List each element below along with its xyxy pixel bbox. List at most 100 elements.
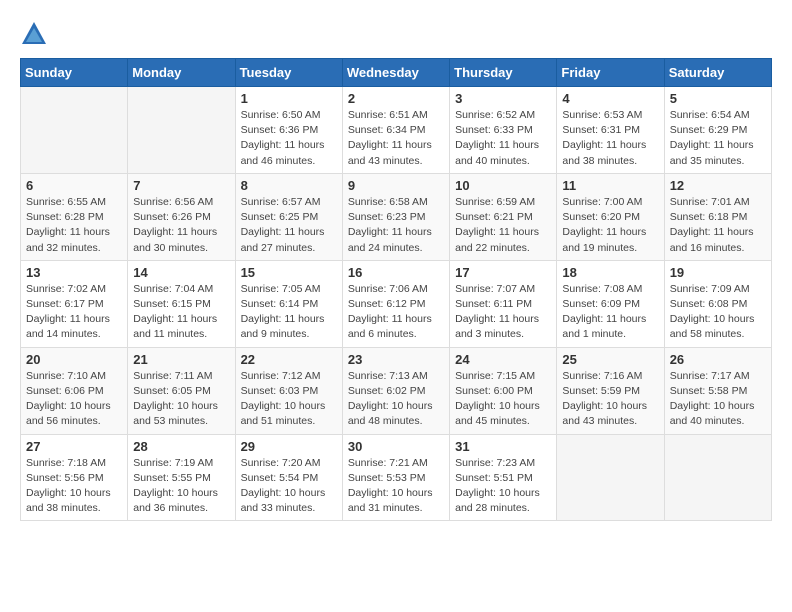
calendar-cell: 11 Sunrise: 7:00 AM Sunset: 6:20 PM Dayli… xyxy=(557,173,664,260)
weekday-header-saturday: Saturday xyxy=(664,59,771,87)
weekday-header-wednesday: Wednesday xyxy=(342,59,449,87)
calendar-cell: 18 Sunrise: 7:08 AM Sunset: 6:09 PM Dayli… xyxy=(557,260,664,347)
day-info: Sunrise: 6:50 AM Sunset: 6:36 PM Dayligh… xyxy=(241,108,337,169)
day-info: Sunrise: 7:10 AM Sunset: 6:06 PM Dayligh… xyxy=(26,369,122,430)
calendar-cell: 22Sunrise: 7:12 AM Sunset: 6:03 PM Dayli… xyxy=(235,347,342,434)
week-row-3: 13 Sunrise: 7:02 AM Sunset: 6:17 PM Dayli… xyxy=(21,260,772,347)
day-info: Sunrise: 7:09 AM Sunset: 6:08 PM Dayligh… xyxy=(670,282,766,343)
calendar-cell: 30Sunrise: 7:21 AM Sunset: 5:53 PM Dayli… xyxy=(342,434,449,521)
day-info: Sunrise: 7:04 AM Sunset: 6:15 PM Dayligh… xyxy=(133,282,229,343)
day-number: 9 xyxy=(348,178,444,193)
calendar-cell: 21 Sunrise: 7:11 AM Sunset: 6:05 PM Dayli… xyxy=(128,347,235,434)
day-number: 28 xyxy=(133,439,229,454)
calendar-cell: 15 Sunrise: 7:05 AM Sunset: 6:14 PM Dayli… xyxy=(235,260,342,347)
day-info: Sunrise: 7:01 AM Sunset: 6:18 PM Dayligh… xyxy=(670,195,766,256)
day-info: Sunrise: 7:05 AM Sunset: 6:14 PM Dayligh… xyxy=(241,282,337,343)
day-number: 19 xyxy=(670,265,766,280)
day-number: 12 xyxy=(670,178,766,193)
week-row-4: 20 Sunrise: 7:10 AM Sunset: 6:06 PM Dayli… xyxy=(21,347,772,434)
calendar-cell: 25 Sunrise: 7:16 AM Sunset: 5:59 PM Dayli… xyxy=(557,347,664,434)
day-number: 18 xyxy=(562,265,658,280)
day-info: Sunrise: 6:51 AM Sunset: 6:34 PM Dayligh… xyxy=(348,108,444,169)
day-number: 25 xyxy=(562,352,658,367)
calendar-cell: 6Sunrise: 6:55 AM Sunset: 6:28 PM Daylig… xyxy=(21,173,128,260)
calendar-cell xyxy=(128,87,235,174)
day-info: Sunrise: 6:56 AM Sunset: 6:26 PM Dayligh… xyxy=(133,195,229,256)
calendar-cell: 5 Sunrise: 6:54 AM Sunset: 6:29 PM Daylig… xyxy=(664,87,771,174)
calendar-cell: 16 Sunrise: 7:06 AM Sunset: 6:12 PM Dayli… xyxy=(342,260,449,347)
calendar-cell: 8Sunrise: 6:57 AM Sunset: 6:25 PM Daylig… xyxy=(235,173,342,260)
day-info: Sunrise: 7:00 AM Sunset: 6:20 PM Dayligh… xyxy=(562,195,658,256)
day-info: Sunrise: 7:06 AM Sunset: 6:12 PM Dayligh… xyxy=(348,282,444,343)
day-number: 17 xyxy=(455,265,551,280)
calendar-cell xyxy=(21,87,128,174)
day-number: 14 xyxy=(133,265,229,280)
calendar-cell: 20 Sunrise: 7:10 AM Sunset: 6:06 PM Dayli… xyxy=(21,347,128,434)
page-header xyxy=(20,20,772,48)
day-info: Sunrise: 6:53 AM Sunset: 6:31 PM Dayligh… xyxy=(562,108,658,169)
calendar-cell: 17 Sunrise: 7:07 AM Sunset: 6:11 PM Dayli… xyxy=(450,260,557,347)
calendar-cell: 29Sunrise: 7:20 AM Sunset: 5:54 PM Dayli… xyxy=(235,434,342,521)
calendar-cell: 19 Sunrise: 7:09 AM Sunset: 6:08 PM Dayli… xyxy=(664,260,771,347)
weekday-header-monday: Monday xyxy=(128,59,235,87)
day-number: 3 xyxy=(455,91,551,106)
day-number: 30 xyxy=(348,439,444,454)
day-number: 16 xyxy=(348,265,444,280)
weekday-header-thursday: Thursday xyxy=(450,59,557,87)
weekday-header-sunday: Sunday xyxy=(21,59,128,87)
week-row-2: 6Sunrise: 6:55 AM Sunset: 6:28 PM Daylig… xyxy=(21,173,772,260)
day-info: Sunrise: 7:20 AM Sunset: 5:54 PM Dayligh… xyxy=(241,456,337,517)
day-info: Sunrise: 7:15 AM Sunset: 6:00 PM Dayligh… xyxy=(455,369,551,430)
day-number: 15 xyxy=(241,265,337,280)
day-number: 5 xyxy=(670,91,766,106)
day-info: Sunrise: 7:18 AM Sunset: 5:56 PM Dayligh… xyxy=(26,456,122,517)
day-info: Sunrise: 6:52 AM Sunset: 6:33 PM Dayligh… xyxy=(455,108,551,169)
calendar-cell: 10 Sunrise: 6:59 AM Sunset: 6:21 PM Dayli… xyxy=(450,173,557,260)
logo xyxy=(20,20,52,48)
calendar-cell xyxy=(557,434,664,521)
day-info: Sunrise: 7:13 AM Sunset: 6:02 PM Dayligh… xyxy=(348,369,444,430)
day-number: 23 xyxy=(348,352,444,367)
day-info: Sunrise: 7:19 AM Sunset: 5:55 PM Dayligh… xyxy=(133,456,229,517)
weekday-header-tuesday: Tuesday xyxy=(235,59,342,87)
day-number: 27 xyxy=(26,439,122,454)
day-info: Sunrise: 6:58 AM Sunset: 6:23 PM Dayligh… xyxy=(348,195,444,256)
day-info: Sunrise: 7:17 AM Sunset: 5:58 PM Dayligh… xyxy=(670,369,766,430)
day-number: 24 xyxy=(455,352,551,367)
day-info: Sunrise: 7:11 AM Sunset: 6:05 PM Dayligh… xyxy=(133,369,229,430)
week-row-1: 1 Sunrise: 6:50 AM Sunset: 6:36 PM Daylig… xyxy=(21,87,772,174)
day-number: 21 xyxy=(133,352,229,367)
day-number: 7 xyxy=(133,178,229,193)
day-info: Sunrise: 6:59 AM Sunset: 6:21 PM Dayligh… xyxy=(455,195,551,256)
calendar-cell: 3 Sunrise: 6:52 AM Sunset: 6:33 PM Daylig… xyxy=(450,87,557,174)
weekday-header-row: SundayMondayTuesdayWednesdayThursdayFrid… xyxy=(21,59,772,87)
day-info: Sunrise: 7:16 AM Sunset: 5:59 PM Dayligh… xyxy=(562,369,658,430)
day-number: 26 xyxy=(670,352,766,367)
day-number: 4 xyxy=(562,91,658,106)
calendar-cell: 12 Sunrise: 7:01 AM Sunset: 6:18 PM Dayli… xyxy=(664,173,771,260)
week-row-5: 27 Sunrise: 7:18 AM Sunset: 5:56 PM Dayli… xyxy=(21,434,772,521)
day-number: 20 xyxy=(26,352,122,367)
day-info: Sunrise: 6:54 AM Sunset: 6:29 PM Dayligh… xyxy=(670,108,766,169)
calendar-cell: 9 Sunrise: 6:58 AM Sunset: 6:23 PM Daylig… xyxy=(342,173,449,260)
weekday-header-friday: Friday xyxy=(557,59,664,87)
day-number: 10 xyxy=(455,178,551,193)
calendar-cell: 28 Sunrise: 7:19 AM Sunset: 5:55 PM Dayli… xyxy=(128,434,235,521)
day-info: Sunrise: 7:07 AM Sunset: 6:11 PM Dayligh… xyxy=(455,282,551,343)
calendar-cell: 13 Sunrise: 7:02 AM Sunset: 6:17 PM Dayli… xyxy=(21,260,128,347)
day-number: 13 xyxy=(26,265,122,280)
calendar-cell: 1 Sunrise: 6:50 AM Sunset: 6:36 PM Daylig… xyxy=(235,87,342,174)
day-info: Sunrise: 7:02 AM Sunset: 6:17 PM Dayligh… xyxy=(26,282,122,343)
day-info: Sunrise: 6:57 AM Sunset: 6:25 PM Dayligh… xyxy=(241,195,337,256)
day-number: 11 xyxy=(562,178,658,193)
calendar-table: SundayMondayTuesdayWednesdayThursdayFrid… xyxy=(20,58,772,521)
day-info: Sunrise: 6:55 AM Sunset: 6:28 PM Dayligh… xyxy=(26,195,122,256)
calendar-cell: 27 Sunrise: 7:18 AM Sunset: 5:56 PM Dayli… xyxy=(21,434,128,521)
calendar-cell: 26 Sunrise: 7:17 AM Sunset: 5:58 PM Dayli… xyxy=(664,347,771,434)
day-info: Sunrise: 7:12 AM Sunset: 6:03 PM Dayligh… xyxy=(241,369,337,430)
day-number: 1 xyxy=(241,91,337,106)
day-info: Sunrise: 7:08 AM Sunset: 6:09 PM Dayligh… xyxy=(562,282,658,343)
calendar-cell: 24 Sunrise: 7:15 AM Sunset: 6:00 PM Dayli… xyxy=(450,347,557,434)
day-number: 31 xyxy=(455,439,551,454)
calendar-cell: 14 Sunrise: 7:04 AM Sunset: 6:15 PM Dayli… xyxy=(128,260,235,347)
